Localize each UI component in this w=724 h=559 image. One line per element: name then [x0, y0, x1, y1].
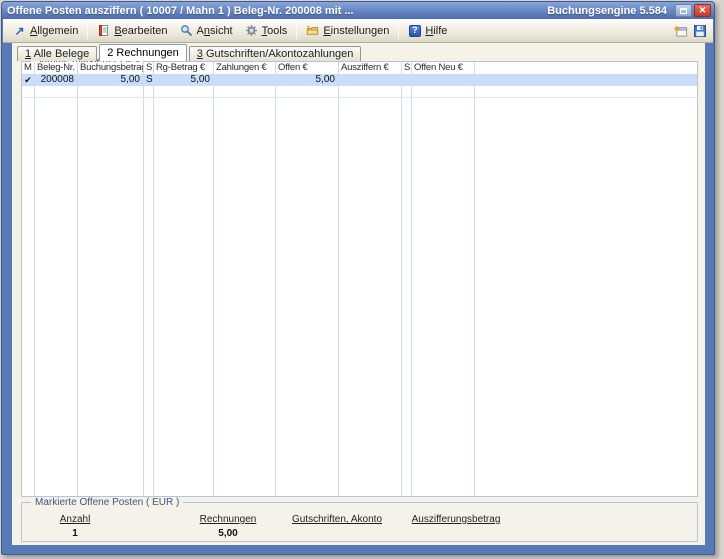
groupbox-legend: Markierte Offene Posten ( EUR ): [31, 497, 183, 508]
close-icon: ✕: [699, 6, 707, 15]
toolbar: ↗ Allgemein Bearbeiten: [3, 19, 713, 43]
restore-button[interactable]: [675, 4, 692, 17]
summary-value: 1: [60, 528, 91, 539]
groupbox-markierte-offene-posten: Markierte Offene Posten ( EUR ) Anzahl 1…: [21, 502, 698, 542]
groupbox-summe-markierter-ops: Summe markierter OPs M Beleg-Nr. Buchung…: [21, 61, 698, 497]
einstellungen-label: Einstellungen: [323, 25, 389, 37]
cell-s1: S: [144, 74, 154, 85]
close-button[interactable]: ✕: [694, 4, 711, 17]
tab-rechnungen[interactable]: 2 Rechnungen: [99, 44, 187, 61]
open-items-table: M Beleg-Nr. Buchungsbetrag € S Rg-Betrag…: [22, 62, 697, 496]
engine-version-label: Buchungsengine 5.584: [547, 5, 667, 17]
summary-col-gutschriften-akonto: Gutschriften, Akonto: [292, 514, 382, 528]
cell-beleg-nr: 200008: [35, 74, 78, 85]
edit-notepad-icon: [97, 24, 110, 37]
toolbar-separator: [87, 23, 88, 39]
column-header-s2[interactable]: S: [402, 62, 412, 74]
allgemein-button[interactable]: ↗ Allgemein: [7, 21, 84, 41]
hilfe-button[interactable]: ? Hilfe: [402, 21, 453, 41]
magnifier-icon: [180, 24, 193, 37]
application-window: Offene Posten ausziffern ( 10007 / Mahn …: [1, 1, 715, 555]
column-header-rg-betrag[interactable]: Rg-Betrag €: [154, 62, 214, 74]
cell-offen-neu: [412, 74, 475, 85]
column-header-offen[interactable]: Offen €: [276, 62, 339, 74]
table-row-empty[interactable]: [22, 86, 697, 98]
new-window-icon[interactable]: [674, 24, 688, 38]
content-area: 1 Alle Belege 2 Rechnungen 3 Gutschrifte…: [12, 43, 705, 545]
marked-check-icon: ✔: [22, 74, 35, 85]
gear-icon: [245, 24, 258, 37]
toolbar-right-group: [674, 24, 709, 38]
folder-settings-icon: [306, 24, 319, 37]
ansicht-label: Ansicht: [197, 25, 233, 37]
tab-label: 1 Alle Belege: [25, 48, 89, 60]
summary-col-rechnungen: Rechnungen 5,00: [200, 514, 257, 539]
restore-icon: [680, 8, 687, 14]
summary-label: Auszifferungsbetrag: [412, 514, 501, 525]
tools-button[interactable]: Tools: [239, 21, 294, 41]
column-header-s1[interactable]: S: [144, 62, 154, 74]
cell-offen: 5,00: [276, 74, 339, 85]
save-floppy-icon[interactable]: [693, 24, 707, 38]
einstellungen-button[interactable]: Einstellungen: [300, 21, 395, 41]
help-question-icon: ?: [408, 24, 421, 37]
column-header-m[interactable]: M: [22, 62, 35, 74]
table-body-filler: [22, 98, 697, 496]
toolbar-separator: [296, 23, 297, 39]
cell-ausziffern: [339, 74, 402, 85]
cell-s2: [402, 74, 412, 85]
cell-rg-betrag: 5,00: [154, 74, 214, 85]
bearbeiten-label: Bearbeiten: [114, 25, 167, 37]
tab-label: 2 Rechnungen: [107, 47, 179, 59]
column-header-offen-neu[interactable]: Offen Neu €: [412, 62, 475, 74]
ansicht-button[interactable]: Ansicht: [174, 21, 239, 41]
toolbar-separator: [398, 23, 399, 39]
column-header-filler: [475, 62, 697, 74]
cell-buchungsbetrag: 5,00: [78, 74, 144, 85]
summary-label: Gutschriften, Akonto: [292, 514, 382, 525]
summary-value: 5,00: [200, 528, 257, 539]
summary-label: Rechnungen: [200, 514, 257, 525]
table-row-selected[interactable]: ✔ 200008 5,00 S 5,00 5,00: [22, 74, 697, 86]
bearbeiten-button[interactable]: Bearbeiten: [91, 21, 173, 41]
tab-alle-belege[interactable]: 1 Alle Belege: [17, 46, 97, 61]
tools-label: Tools: [262, 25, 288, 37]
arrow-up-right-icon: ↗: [13, 24, 26, 37]
column-header-buchungsbetrag[interactable]: Buchungsbetrag €: [78, 62, 144, 74]
title-bar: Offene Posten ausziffern ( 10007 / Mahn …: [2, 2, 714, 19]
tab-label: 3 Gutschriften/Akontozahlungen: [197, 48, 354, 60]
summary-col-anzahl: Anzahl 1: [60, 514, 91, 539]
column-header-beleg-nr[interactable]: Beleg-Nr.: [35, 62, 78, 74]
summary-col-auszifferungsbetrag: Auszifferungsbetrag: [412, 514, 501, 528]
hilfe-label: Hilfe: [425, 25, 447, 37]
table-header-row: M Beleg-Nr. Buchungsbetrag € S Rg-Betrag…: [22, 62, 697, 74]
cell-zahlungen: [214, 74, 276, 85]
summary-label: Anzahl: [60, 514, 91, 525]
column-header-ausziffern[interactable]: Ausziffern €: [339, 62, 402, 74]
window-title: Offene Posten ausziffern ( 10007 / Mahn …: [7, 5, 547, 17]
tab-gutschriften-akontozahlungen[interactable]: 3 Gutschriften/Akontozahlungen: [189, 46, 362, 61]
tab-strip: 1 Alle Belege 2 Rechnungen 3 Gutschrifte…: [17, 44, 363, 61]
column-header-zahlungen[interactable]: Zahlungen €: [214, 62, 276, 74]
allgemein-label: Allgemein: [30, 25, 78, 37]
